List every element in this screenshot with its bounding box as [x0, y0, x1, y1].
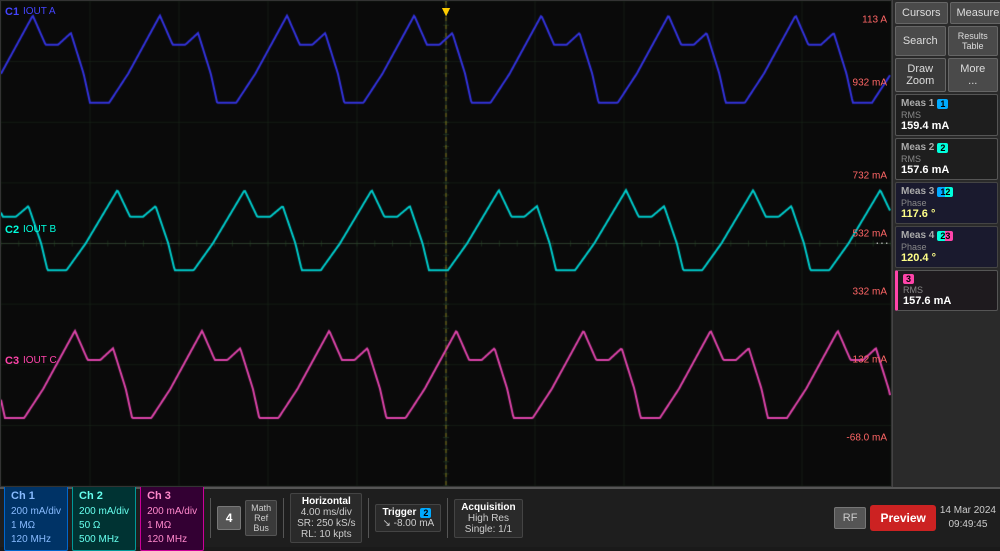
rms3-header: 3 [903, 274, 992, 284]
ch1-info-box: Ch 1 200 mA/div 1 MΩ 120 MHz [4, 485, 68, 550]
rf-button[interactable]: RF [834, 507, 867, 529]
scope-display: C1 IOUT A C2 IOUT B C3 IOUT C 113 A 932 … [0, 0, 892, 487]
separator-4 [447, 498, 448, 538]
meas4-value: 120.4 ° [901, 252, 992, 264]
ch3-scale: 200 mA/div [147, 505, 197, 519]
meas1-value: 159.4 mA [901, 120, 992, 132]
ch2-scale: 200 mA/div [79, 505, 129, 519]
sr: SR: 250 kS/s [297, 518, 355, 529]
ch3-impedance: 1 MΩ [147, 519, 197, 533]
trigger-value: ↘ -8.00 mA [382, 518, 434, 529]
ch1-impedance: 1 MΩ [11, 519, 61, 533]
meas4-type: Phase [901, 242, 992, 252]
search-button[interactable]: Search [895, 26, 946, 56]
rms3-badge: 3 [903, 274, 914, 284]
separator-1 [210, 498, 211, 538]
more-button[interactable]: More ... [948, 58, 999, 92]
meas1-type: RMS [901, 110, 992, 120]
trigger-label: Trigger [382, 507, 416, 518]
meas3-badge: 12 [937, 187, 953, 197]
meas2-value: 157.6 mA [901, 164, 992, 176]
waveform-canvas [1, 1, 891, 486]
meas4-box: Meas 4 23 Phase 120.4 ° [895, 226, 998, 268]
meas2-box: Meas 2 2 RMS 157.6 mA [895, 138, 998, 180]
date-time: 14 Mar 2024 09:49:45 [940, 504, 996, 532]
trigger-badge: 2 [420, 508, 431, 518]
meas3-value: 117.6 ° [901, 208, 992, 220]
ch2-info-box: Ch 2 200 mA/div 50 Ω 500 MHz [72, 485, 136, 550]
top-buttons: Cursors Measure [895, 2, 998, 24]
meas3-type: Phase [901, 198, 992, 208]
rms3-value: 157.6 mA [903, 295, 992, 307]
draw-zoom-button[interactable]: Draw Zoom [895, 58, 946, 92]
num-badge: 4 [217, 506, 241, 530]
meas2-header: Meas 2 2 [901, 142, 992, 153]
search-results-row: Search Results Table [895, 26, 998, 56]
ch1-bw: 120 MHz [11, 533, 61, 547]
results-table-button[interactable]: Results Table [948, 26, 999, 56]
cursors-button[interactable]: Cursors [895, 2, 948, 24]
rms3-box: 3 RMS 157.6 mA [895, 270, 998, 311]
horizontal-box: Horizontal 4.00 ms/div SR: 250 kS/s RL: … [290, 493, 362, 543]
meas1-title: Meas 1 [901, 98, 934, 109]
math-ref-bus: Math Ref Bus [245, 500, 277, 536]
time: 09:49:45 [940, 518, 996, 532]
right-panel: Cursors Measure Search Results Table Dra… [892, 0, 1000, 487]
acquisition-box: Acquisition High Res Single: 1/1 [454, 499, 522, 538]
meas2-title: Meas 2 [901, 142, 934, 153]
timebase: 4.00 ms/div [297, 507, 355, 518]
bottom-bar: Ch 1 200 mA/div 1 MΩ 120 MHz Ch 2 200 mA… [0, 487, 1000, 547]
ch2-bw: 500 MHz [79, 533, 129, 547]
bus-label: Bus [253, 523, 269, 533]
ch2-info-title: Ch 2 [79, 489, 129, 504]
meas2-badge: 2 [937, 143, 948, 153]
acquisition-mode: High Res [461, 513, 515, 524]
rl: RL: 10 kpts [297, 529, 355, 540]
acquisition-single: Single: 1/1 [461, 524, 515, 535]
separator-3 [368, 498, 369, 538]
meas2-type: RMS [901, 154, 992, 164]
main-area: C1 IOUT A C2 IOUT B C3 IOUT C 113 A 932 … [0, 0, 1000, 487]
rms3-type: RMS [903, 285, 992, 295]
draw-more-row: Draw Zoom More ... [895, 58, 998, 92]
meas4-badge: 23 [937, 231, 953, 241]
ch2-impedance: 50 Ω [79, 519, 129, 533]
meas1-badge: 1 [937, 99, 948, 109]
date: 14 Mar 2024 [940, 504, 996, 518]
ch3-bw: 120 MHz [147, 533, 197, 547]
meas4-header: Meas 4 23 [901, 230, 992, 241]
ch3-info-box: Ch 3 200 mA/div 1 MΩ 120 MHz [140, 485, 204, 550]
separator-2 [283, 498, 284, 538]
meas1-header: Meas 1 1 [901, 98, 992, 109]
horizontal-label: Horizontal [297, 496, 355, 507]
ch1-info-title: Ch 1 [11, 489, 61, 504]
meas4-title: Meas 4 [901, 230, 934, 241]
meas3-title: Meas 3 [901, 186, 934, 197]
math-label: Math [251, 503, 271, 513]
ch3-info-title: Ch 3 [147, 489, 197, 504]
trigger-box: Trigger 2 ↘ -8.00 mA [375, 504, 441, 532]
meas3-header: Meas 3 12 [901, 186, 992, 197]
ch1-scale: 200 mA/div [11, 505, 61, 519]
preview-button[interactable]: Preview [870, 505, 935, 531]
meas1-box: Meas 1 1 RMS 159.4 mA [895, 94, 998, 136]
acquisition-label: Acquisition [461, 502, 515, 513]
trigger-header: Trigger 2 [382, 507, 434, 518]
ref-label: Ref [254, 513, 268, 523]
meas3-box: Meas 3 12 Phase 117.6 ° [895, 182, 998, 224]
measure-button[interactable]: Measure [950, 2, 1000, 24]
